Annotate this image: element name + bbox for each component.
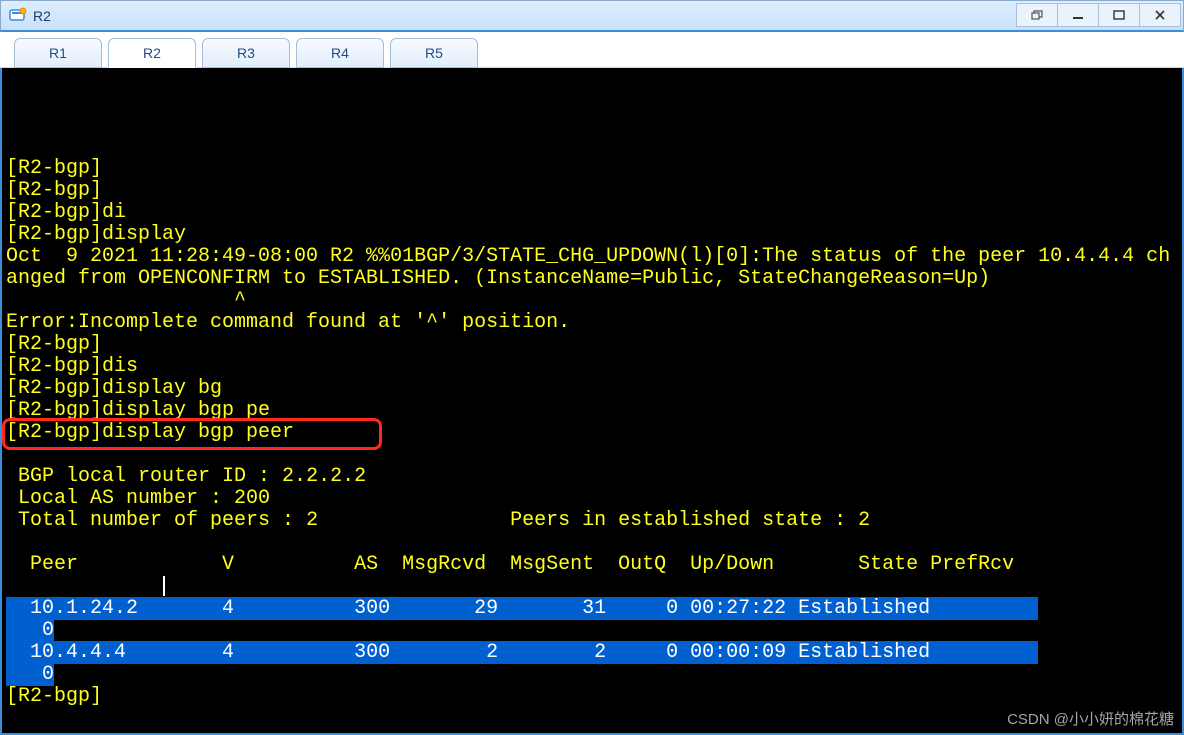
terminal-line: Error:Incomplete command found at '^' po… <box>6 312 1178 334</box>
terminal-line: Oct 9 2021 11:28:49-08:00 R2 %%01BGP/3/S… <box>6 246 1178 290</box>
maximize-button[interactable] <box>1098 3 1140 27</box>
terminal-line: [R2-bgp]dis <box>6 356 1178 378</box>
restore-down-button[interactable] <box>1016 3 1058 27</box>
tab-r4[interactable]: R4 <box>296 38 384 68</box>
peer-row-wrap: 0 <box>6 620 1178 642</box>
terminal-line: Peer V AS MsgRcvd MsgSent OutQ Up/Down S… <box>6 554 1178 576</box>
tab-r3[interactable]: R3 <box>202 38 290 68</box>
peer-row-wrap: 0 <box>6 664 1178 686</box>
terminal-line: [R2-bgp]di <box>6 202 1178 224</box>
text-cursor <box>163 576 165 596</box>
minimize-icon <box>1071 9 1085 21</box>
close-icon <box>1153 9 1167 21</box>
terminal-line <box>6 444 1178 466</box>
window-title: R2 <box>33 8 51 24</box>
minimize-button[interactable] <box>1057 3 1099 27</box>
terminal-line: BGP local router ID : 2.2.2.2 <box>6 466 1178 488</box>
terminal-line <box>6 532 1178 554</box>
tab-label: R2 <box>143 45 161 61</box>
close-button[interactable] <box>1139 3 1181 27</box>
terminal-line <box>6 576 1178 598</box>
tab-bar: R1 R2 R3 R4 R5 <box>0 32 1184 68</box>
terminal-line: [R2-bgp] <box>6 180 1178 202</box>
terminal-line: [R2-bgp]display bg <box>6 378 1178 400</box>
tab-r2[interactable]: R2 <box>108 38 196 68</box>
app-icon <box>9 7 27 25</box>
terminal-line: [R2-bgp]display <box>6 224 1178 246</box>
app-window: { "window": { "title": "R2" }, "tabs": [… <box>0 0 1184 735</box>
terminal-line: [R2-bgp] <box>6 158 1178 180</box>
tab-r5[interactable]: R5 <box>390 38 478 68</box>
terminal-pane[interactable]: CSDN @小小妍的棉花糖 [R2-bgp][R2-bgp][R2-bgp]di… <box>0 68 1184 735</box>
terminal-line: Local AS number : 200 <box>6 488 1178 510</box>
titlebar: R2 <box>0 0 1184 32</box>
window-controls <box>1017 3 1181 27</box>
watermark: CSDN @小小妍的棉花糖 <box>1007 709 1174 731</box>
tab-r1[interactable]: R1 <box>14 38 102 68</box>
peer-row: 10.4.4.4 4 300 2 2 0 00:00:09 Establishe… <box>6 642 1178 664</box>
restore-icon <box>1030 9 1044 21</box>
terminal-line: [R2-bgp] <box>6 334 1178 356</box>
terminal-line: [R2-bgp]display bgp peer <box>6 422 1178 444</box>
terminal-line: Total number of peers : 2 Peers in estab… <box>6 510 1178 532</box>
tab-label: R5 <box>425 45 443 61</box>
tab-label: R3 <box>237 45 255 61</box>
terminal-prompt: [R2-bgp] <box>6 686 1178 708</box>
terminal-line: ^ <box>6 290 1178 312</box>
terminal-line: [R2-bgp]display bgp pe <box>6 400 1178 422</box>
peer-row: 10.1.24.2 4 300 29 31 0 00:27:22 Establi… <box>6 598 1178 620</box>
tab-label: R1 <box>49 45 67 61</box>
maximize-icon <box>1112 9 1126 21</box>
tab-label: R4 <box>331 45 349 61</box>
